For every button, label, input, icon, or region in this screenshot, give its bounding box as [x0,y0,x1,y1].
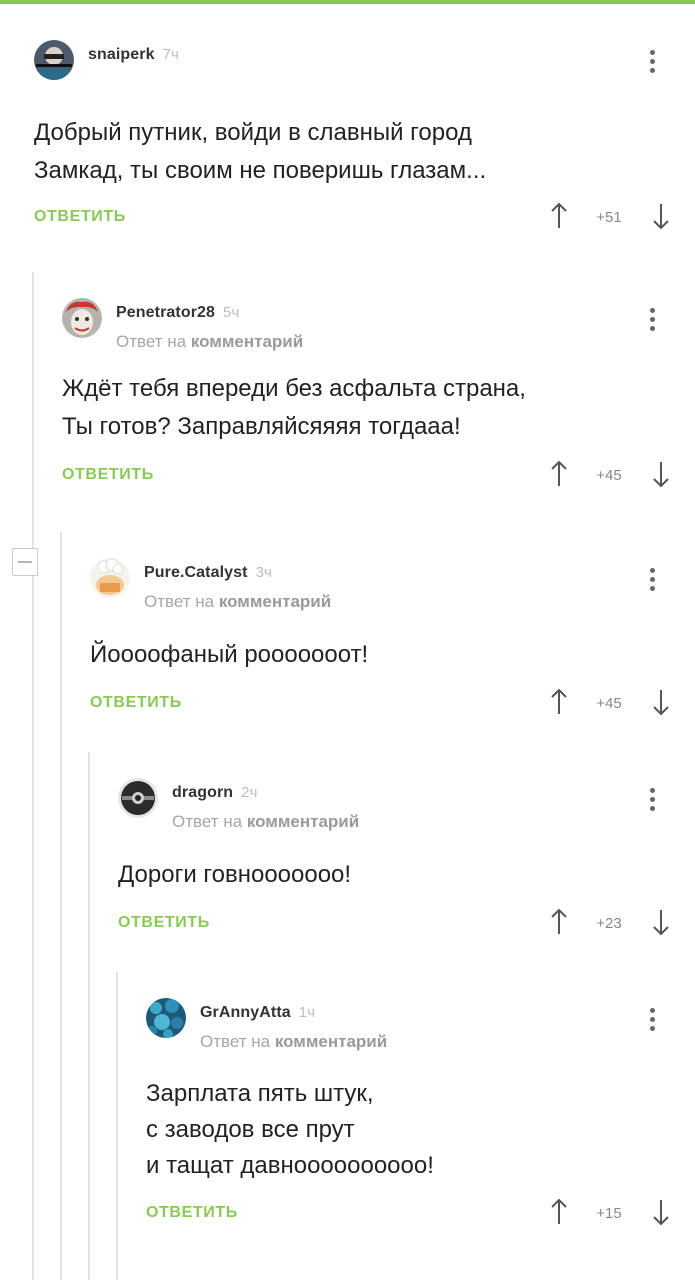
comment-text: Ждёт тебя впереди без асфальта страна, Т… [62,375,526,440]
thread-line-level-2 [60,532,62,1280]
downvote-icon[interactable] [652,688,670,716]
thread-line-level-3 [88,752,90,1280]
comment-header: snaiperk 7ч [34,40,674,92]
upvote-icon[interactable] [550,688,568,716]
reply-button[interactable]: ответить [34,208,126,226]
comment-author[interactable]: GrAnnyAtta 1ч [200,1004,315,1022]
reply-to-link[interactable]: Ответ на комментарий [200,1032,387,1052]
vote-score: +45 [596,695,622,712]
comment-author[interactable]: Penetrator28 5ч [116,304,239,322]
more-options-icon[interactable] [646,566,658,592]
sniper-avatar-icon[interactable] [34,40,74,80]
thread-line-level-1 [32,272,34,1280]
comment-footer: ответить +45 [62,460,674,500]
vote-controls: +51 [550,202,674,232]
clown-avatar-icon[interactable] [62,298,102,338]
dark-sphere-avatar-icon[interactable] [118,778,158,818]
reply-to-link[interactable]: Ответ на комментарий [144,592,331,612]
vote-score: +51 [596,209,622,226]
comment-text: Йоооофаный рооооооот! [90,641,369,668]
upvote-icon[interactable] [550,460,568,488]
reply-button[interactable]: ответить [90,694,182,712]
comment-footer: ответить +51 [34,202,674,242]
comment-author[interactable]: Pure.Catalyst 3ч [144,564,272,582]
comment-time: 3ч [255,564,272,581]
comment-penetrator28: Penetrator28 5ч Ответ на комментарий Ждёт… [62,298,674,500]
more-options-icon[interactable] [646,306,658,332]
vote-score: +45 [596,467,622,484]
comment-footer: ответить +15 [146,1198,674,1238]
comment-snaiperk: snaiperk 7ч Добрый путник, войди в славны… [34,40,674,242]
more-options-icon[interactable] [646,786,658,812]
vote-controls: +23 [550,908,674,938]
upvote-icon[interactable] [550,1198,568,1226]
comment-footer: ответить +45 [90,688,674,728]
thread-line-level-4 [116,972,118,1280]
reply-button[interactable]: ответить [62,466,154,484]
comment-text: Зарплата пять штук, с заводов все прут и… [146,1080,434,1179]
top-accent-bar [0,0,695,4]
comment-time: 7ч [162,46,179,63]
comment-header: GrAnnyAtta 1ч Ответ на комментарий [146,998,674,1052]
vote-controls: +45 [550,688,674,718]
comment-header: Penetrator28 5ч Ответ на комментарий [62,298,674,352]
comment-header: Pure.Catalyst 3ч Ответ на комментарий [90,558,674,612]
downvote-icon[interactable] [652,460,670,488]
more-options-icon[interactable] [646,1006,658,1032]
comment-header: dragorn 2ч Ответ на комментарий [118,778,674,832]
blue-stones-avatar-icon[interactable] [146,998,186,1038]
comment-text: Добрый путник, войди в славный город Зам… [34,119,487,184]
comment-author[interactable]: dragorn 2ч [172,784,258,802]
comment-footer: ответить +23 [118,908,674,948]
reply-button[interactable]: ответить [118,914,210,932]
comment-grannyatta: GrAnnyAtta 1ч Ответ на комментарий Зарпла… [146,998,674,1238]
comment-pure-catalyst: Pure.Catalyst 3ч Ответ на комментарий Йоо… [90,558,674,728]
reply-button[interactable]: ответить [146,1204,238,1222]
comment-dragorn: dragorn 2ч Ответ на комментарий Дороги го… [118,778,674,948]
comment-author[interactable]: snaiperk 7ч [88,46,179,64]
upvote-icon[interactable] [550,202,568,230]
vote-controls: +45 [550,460,674,490]
comment-time: 5ч [223,304,240,321]
comment-time: 1ч [298,1004,316,1021]
vote-controls: +15 [550,1198,674,1228]
comment-text: Дороги говноооооoo! [118,861,352,888]
collapse-thread-button[interactable] [12,548,38,576]
vote-score: +15 [596,1205,622,1222]
vote-score: +23 [596,915,622,932]
more-options-icon[interactable] [646,48,658,74]
downvote-icon[interactable] [652,908,670,936]
reply-to-link[interactable]: Ответ на комментарий [116,332,303,352]
downvote-icon[interactable] [652,202,670,230]
comment-time: 2ч [241,784,258,801]
chef-avatar-icon[interactable] [90,558,130,598]
reply-to-link[interactable]: Ответ на комментарий [172,812,359,832]
upvote-icon[interactable] [550,908,568,936]
downvote-icon[interactable] [652,1198,670,1226]
